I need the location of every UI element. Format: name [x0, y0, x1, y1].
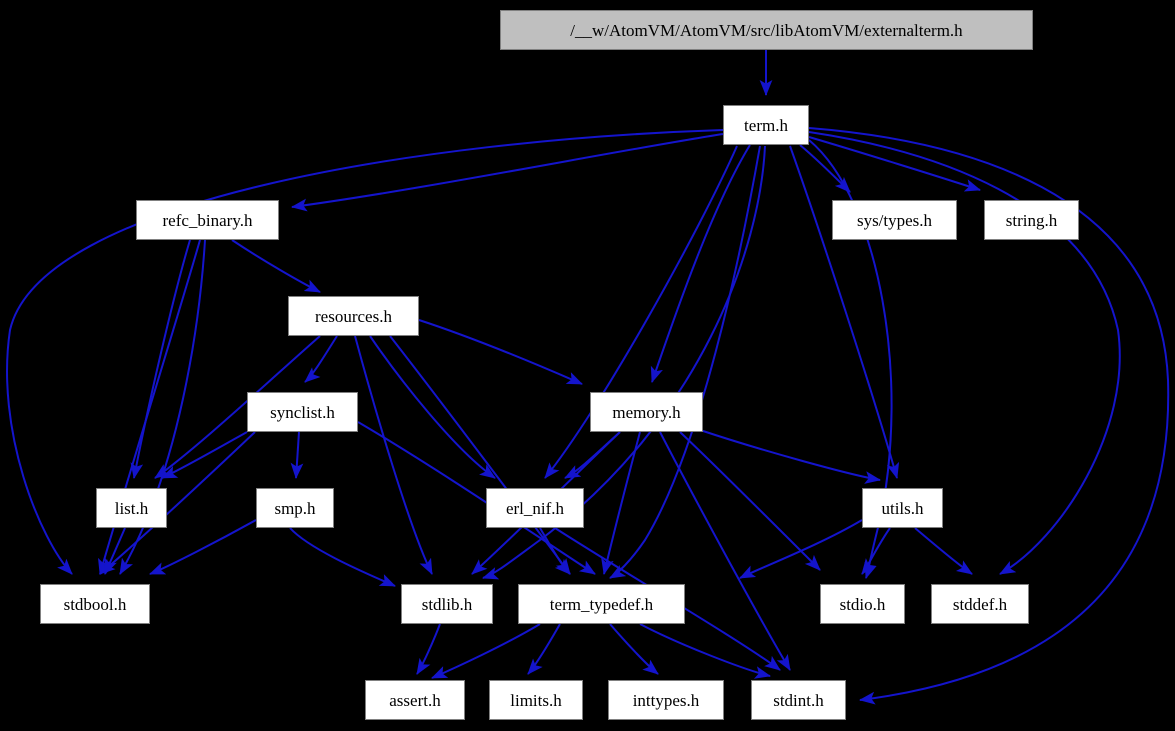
graph-node-label: stdint.h [773, 690, 824, 710]
graph-node-label: limits.h [510, 690, 562, 710]
graph-edge-term-to-stddef [808, 131, 1121, 575]
graph-node-memory[interactable]: memory.h [590, 392, 703, 432]
graph-edge-list-to-stdbool [104, 527, 126, 575]
graph-node-label: erl_nif.h [505, 498, 565, 518]
graph-node-label: smp.h [274, 498, 316, 518]
graph-node-label: /__w/AtomVM/AtomVM/src/libAtomVM/externa… [570, 20, 963, 40]
graph-node-label: utils.h [881, 498, 924, 518]
graph-node-label: stddef.h [952, 594, 1008, 614]
graph-node-label: resources.h [315, 306, 392, 326]
graph-edge-smp-to-stdbool [149, 519, 257, 575]
graph-node-label: stdlib.h [421, 594, 473, 614]
graph-edge-term-to-refc_binary [291, 133, 724, 212]
graph-node-erl_nif[interactable]: erl_nif.h [486, 488, 584, 528]
graph-node-stddef[interactable]: stddef.h [931, 584, 1029, 624]
graph-node-smp[interactable]: smp.h [256, 488, 334, 528]
graph-node-assert[interactable]: assert.h [365, 680, 465, 720]
graph-node-label: memory.h [612, 402, 681, 422]
graph-node-inttypes[interactable]: inttypes.h [608, 680, 724, 720]
graph-edge-refc_binary-to-list [130, 239, 191, 479]
graph-node-stdio[interactable]: stdio.h [820, 584, 905, 624]
graph-node-stdint[interactable]: stdint.h [751, 680, 846, 720]
graph-edge-memory-to-utils [699, 429, 881, 484]
graph-edge-term_typedef-to-limits [527, 623, 561, 675]
graph-edge-memory-to-term_typedef [601, 431, 641, 575]
graph-edge-utils-to-stddef [914, 527, 973, 575]
graph-edge-memory-to-stdio [679, 431, 821, 571]
graph-node-refc_binary[interactable]: refc_binary.h [136, 200, 279, 240]
graph-node-label: inttypes.h [632, 690, 700, 710]
graph-node-label: term.h [744, 115, 788, 135]
graph-edge-term-to-term_typedef [609, 145, 761, 579]
include-dependency-graph: /__w/AtomVM/AtomVM/src/libAtomVM/externa… [0, 0, 1175, 731]
graph-node-term_typedef[interactable]: term_typedef.h [518, 584, 685, 624]
graph-edge-stdlib-to-assert [416, 623, 441, 675]
graph-edge-resources-to-stdlib [354, 335, 433, 575]
graph-node-label: synclist.h [270, 402, 335, 422]
graph-edge-term-to-memory [650, 144, 751, 383]
graph-node-resources[interactable]: resources.h [288, 296, 419, 336]
graph-edge-resources-to-synclist [304, 335, 338, 383]
graph-node-label: list.h [114, 498, 149, 518]
graph-edge-term-to-string [808, 136, 981, 192]
graph-node-label: stdio.h [839, 594, 886, 614]
graph-edge-memory-to-stdint [659, 431, 791, 671]
graph-node-label: term_typedef.h [549, 594, 654, 614]
graph-node-utils[interactable]: utils.h [862, 488, 943, 528]
graph-node-stdlib[interactable]: stdlib.h [401, 584, 493, 624]
graph-node-stdbool[interactable]: stdbool.h [40, 584, 150, 624]
graph-edge-resources-to-erl_nif [369, 335, 496, 479]
graph-edge-term_typedef-to-assert [431, 623, 541, 679]
graph-node-list[interactable]: list.h [96, 488, 167, 528]
graph-edge-memory-to-erl_nif [564, 431, 621, 479]
graph-edge-term-to-systypes [799, 144, 851, 193]
graph-edge-resources-to-memory [418, 319, 583, 385]
graph-edge-term-to-utils [789, 145, 900, 479]
graph-node-externalterm[interactable]: /__w/AtomVM/AtomVM/src/libAtomVM/externa… [500, 10, 1033, 50]
graph-edge-synclist-to-list [161, 431, 248, 479]
graph-edge-term_typedef-to-stdint [639, 623, 771, 679]
graph-edge-smp-to-stdlib [289, 527, 396, 587]
graph-edge-erl_nif-to-term_typedef [539, 527, 571, 575]
graph-edge-resources-to-term_typedef [389, 335, 571, 575]
graph-edge-term_typedef-to-inttypes [609, 623, 659, 675]
graph-node-term[interactable]: term.h [723, 105, 809, 145]
graph-node-synclist[interactable]: synclist.h [247, 392, 358, 432]
graph-edge-utils-to-stdio [861, 527, 891, 575]
graph-node-string[interactable]: string.h [984, 200, 1079, 240]
graph-node-label: sys/types.h [856, 210, 933, 230]
graph-node-label: refc_binary.h [162, 210, 253, 230]
graph-node-label: string.h [1005, 210, 1058, 230]
graph-node-label: assert.h [389, 690, 441, 710]
graph-node-label: stdbool.h [63, 594, 127, 614]
graph-edge-synclist-to-smp [290, 431, 304, 479]
graph-edge-utils-to-stdio [739, 519, 863, 579]
graph-node-limits[interactable]: limits.h [489, 680, 583, 720]
graph-edge-refc_binary-to-resources [231, 239, 321, 293]
graph-node-systypes[interactable]: sys/types.h [832, 200, 957, 240]
